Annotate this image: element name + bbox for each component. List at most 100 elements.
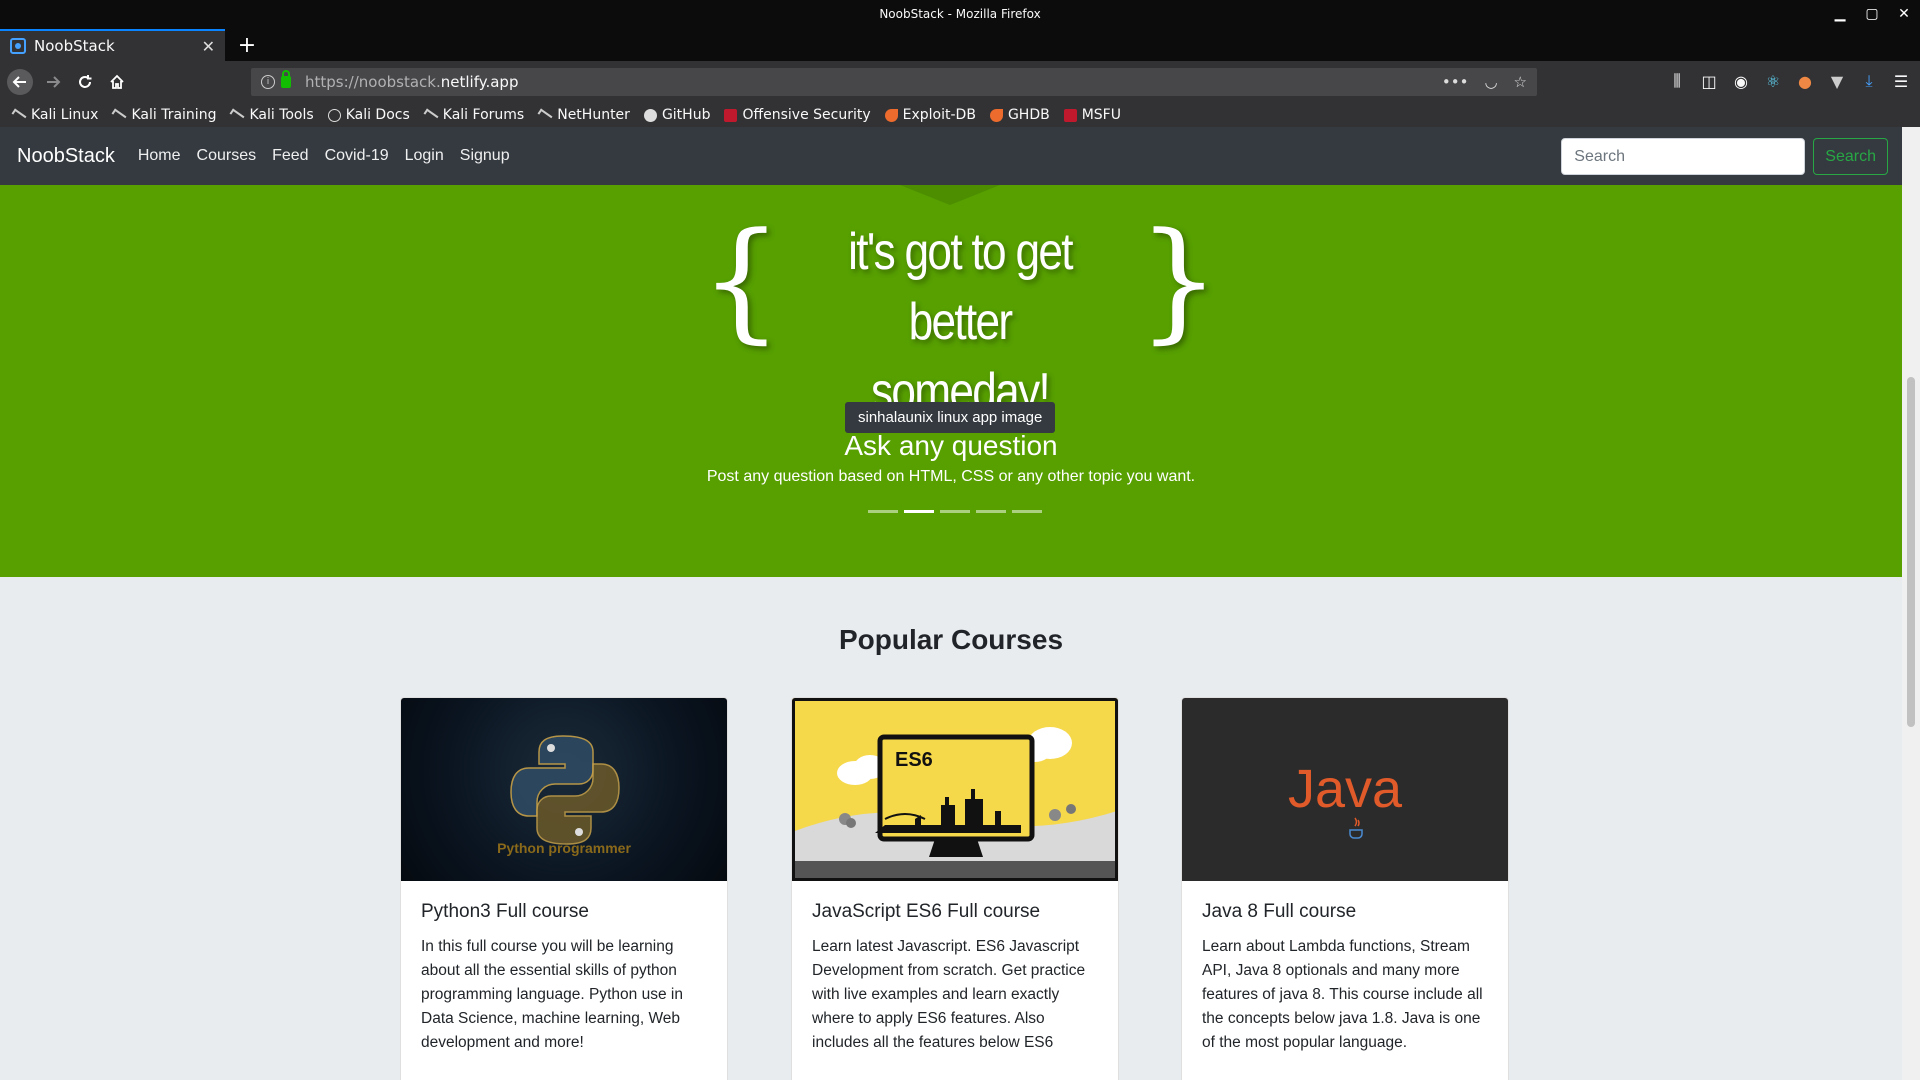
tab-bar: NoobStack ✕ + <box>0 29 1920 61</box>
carousel-caption-text: Post any question based on HTML, CSS or … <box>706 468 1196 485</box>
bookmark-nethunter[interactable]: NetHunter <box>537 107 630 123</box>
card-title[interactable]: JavaScript ES6 Full course <box>812 901 1098 923</box>
card-body: JavaScript ES6 Full course Learn latest … <box>792 881 1118 1075</box>
exploitdb-icon <box>884 108 898 122</box>
scrollbar-thumb[interactable] <box>1907 377 1915 727</box>
carousel-indicators <box>868 510 1042 513</box>
bookmark-kali-forums[interactable]: Kali Forums <box>423 107 525 123</box>
reload-button[interactable] <box>72 69 98 95</box>
bookmark-kali-tools[interactable]: Kali Tools <box>229 107 314 123</box>
pocket-icon[interactable]: ◡ <box>1484 73 1497 91</box>
search-input[interactable] <box>1561 138 1806 175</box>
menu-icon[interactable]: ☰ <box>1892 71 1910 91</box>
java-course-image: Java <box>1182 698 1508 881</box>
bookmark-offensive-security[interactable]: Offensive Security <box>724 107 871 123</box>
bookmark-label: Kali Forums <box>442 107 525 123</box>
bookmark-label: NetHunter <box>557 107 630 123</box>
nav-link-signup[interactable]: Signup <box>460 147 510 165</box>
minimize-icon[interactable]: ▁ <box>1830 4 1850 24</box>
bookmark-msfu[interactable]: MSFU <box>1063 107 1121 123</box>
url-prefix: https://noobstack. <box>305 73 441 91</box>
bookmark-exploit-db[interactable]: Exploit-DB <box>884 107 976 123</box>
es6-course-image: ES6 <box>792 698 1118 881</box>
bookmarks-toolbar: Kali Linux Kali Training Kali Tools Kali… <box>0 103 1920 127</box>
nav-link-home[interactable]: Home <box>138 147 181 165</box>
search-button[interactable]: Search <box>1813 138 1888 175</box>
sidebar-icon[interactable]: ◫ <box>1700 71 1718 91</box>
extension-icon[interactable]: ● <box>1796 71 1814 91</box>
nav-link-covid[interactable]: Covid-19 <box>325 147 389 165</box>
close-window-icon[interactable]: ✕ <box>1894 4 1914 24</box>
carousel-indicator-3[interactable] <box>940 510 970 513</box>
course-card-es6[interactable]: ES6 JavaScript ES6 Full course Learn lat… <box>791 697 1119 1080</box>
card-title[interactable]: Java 8 Full course <box>1202 901 1488 923</box>
nav-link-courses[interactable]: Courses <box>197 147 257 165</box>
kali-icon <box>423 108 439 122</box>
hero-notch <box>900 185 1000 205</box>
bookmark-label: Kali Tools <box>249 107 314 123</box>
kali-icon <box>229 108 245 122</box>
carousel-indicator-2[interactable] <box>904 510 934 513</box>
carousel-indicator-1[interactable] <box>868 510 898 513</box>
home-icon <box>110 74 124 89</box>
page-viewport: NoobStack Home Courses Feed Covid-19 Log… <box>0 127 1902 1080</box>
bookmark-kali-docs[interactable]: Kali Docs <box>327 107 410 123</box>
carousel-indicator-4[interactable] <box>976 510 1006 513</box>
globe-icon <box>327 108 341 122</box>
course-card-python[interactable]: Python programmer Python3 Full course In… <box>400 697 728 1080</box>
forward-button[interactable] <box>40 69 66 95</box>
window-titlebar: NoobStack - Mozilla Firefox ▁ ▢ ✕ <box>0 0 1920 29</box>
downloads-icon[interactable]: ⤓ <box>1860 71 1878 91</box>
bookmark-kali-training[interactable]: Kali Training <box>112 107 216 123</box>
window-title: NoobStack - Mozilla Firefox <box>879 7 1041 21</box>
card-text: Learn latest Javascript. ES6 Javascript … <box>812 938 1086 1051</box>
nav-link-login[interactable]: Login <box>405 147 444 165</box>
bookmark-label: Exploit-DB <box>902 107 976 123</box>
close-tab-icon[interactable]: ✕ <box>202 37 215 56</box>
browser-toolbar: i https://noobstack. netlify.app ••• ◡ ☆ … <box>0 61 1920 103</box>
vue-extension-icon[interactable]: ▼ <box>1828 71 1846 91</box>
toolbar-right: ⫼ ◫ ◉ ⚛ ● ▼ ⤓ ☰ <box>1668 71 1910 91</box>
tab-noobstack[interactable]: NoobStack ✕ <box>0 29 225 61</box>
account-icon[interactable]: ◉ <box>1732 71 1750 91</box>
bookmark-kali-linux[interactable]: Kali Linux <box>11 107 98 123</box>
card-title[interactable]: Python3 Full course <box>421 901 707 923</box>
carousel-indicator-5[interactable] <box>1012 510 1042 513</box>
forward-arrow-icon <box>47 76 61 88</box>
python-course-image: Python programmer <box>401 698 727 881</box>
react-devtools-icon[interactable]: ⚛ <box>1764 71 1782 91</box>
site-brand[interactable]: NoobStack <box>17 145 115 168</box>
nav-link-feed[interactable]: Feed <box>272 147 308 165</box>
bookmark-github[interactable]: GitHub <box>643 107 711 123</box>
right-brace: } <box>1137 204 1220 356</box>
library-icon[interactable]: ⫼ <box>1668 71 1686 91</box>
back-button[interactable] <box>7 69 33 95</box>
window-controls: ▁ ▢ ✕ <box>1830 4 1914 24</box>
new-tab-button[interactable]: + <box>232 31 262 59</box>
bookmark-ghdb[interactable]: GHDB <box>989 107 1050 123</box>
course-card-java[interactable]: Java Java 8 Full course Learn about Lamb… <box>1181 697 1509 1080</box>
image-tooltip: sinhalaunix linux app image <box>845 402 1056 433</box>
python-image-caption: Python programmer <box>497 840 631 856</box>
bookmark-label: GitHub <box>661 107 711 123</box>
url-domain: netlify.app <box>440 73 519 91</box>
page-scrollbar[interactable] <box>1902 127 1920 1080</box>
kali-icon <box>112 108 127 122</box>
tab-label: NoobStack <box>34 37 115 55</box>
card-body: Python3 Full course In this full course … <box>401 881 727 1075</box>
carousel-caption-title: Ask any question <box>844 430 1058 461</box>
site-favicon-icon <box>10 38 26 54</box>
kali-icon <box>11 108 27 122</box>
bookmark-label: Kali Training <box>131 107 217 123</box>
bookmark-label: Kali Docs <box>345 107 410 123</box>
bookmark-star-icon[interactable]: ☆ <box>1514 73 1527 91</box>
offsec-icon <box>1063 108 1077 122</box>
home-button[interactable] <box>104 69 130 95</box>
kali-icon <box>537 108 553 122</box>
maximize-icon[interactable]: ▢ <box>1862 4 1882 24</box>
hero-carousel: { it's got to get better someday! } sinh… <box>0 185 1902 577</box>
page-actions-icon[interactable]: ••• <box>1442 73 1469 91</box>
site-info-icon[interactable]: i <box>261 75 275 89</box>
url-bar[interactable]: i https://noobstack. netlify.app ••• ◡ ☆ <box>251 68 1537 96</box>
lock-icon[interactable] <box>281 70 291 88</box>
